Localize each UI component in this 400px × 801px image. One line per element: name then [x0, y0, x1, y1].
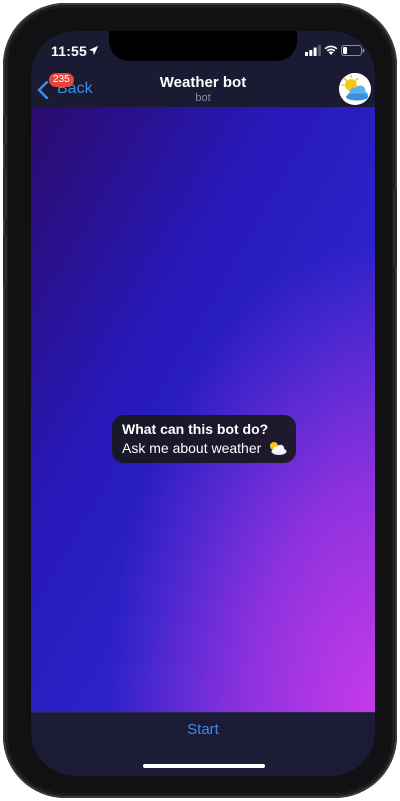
power-button [393, 188, 397, 268]
bottom-bar: Start [31, 712, 375, 776]
start-button[interactable]: Start [31, 713, 375, 747]
chat-subtitle: bot [195, 92, 211, 104]
chat-background: What can this bot do? Ask me about weath… [31, 107, 375, 712]
cellular-signal-icon [305, 45, 321, 56]
chat-header: Back 235 Weather bot bot [31, 71, 375, 107]
battery-icon [341, 45, 365, 56]
status-time: 11:55 [51, 43, 88, 59]
wifi-icon [324, 45, 338, 55]
location-arrow-icon [88, 45, 99, 56]
status-bar: 11:55 [31, 31, 375, 71]
silent-switch [3, 115, 7, 145]
phone-frame: 11:55 Back 235 Weather bot bot What can … [3, 3, 397, 798]
sun-behind-cloud-icon [270, 442, 287, 455]
volume-down-button [3, 235, 7, 287]
bot-info-card: What can this bot do? Ask me about weath… [112, 415, 296, 463]
bot-avatar[interactable] [339, 73, 371, 105]
bot-info-description: Ask me about weather [122, 440, 262, 456]
bot-info-title: What can this bot do? [122, 421, 269, 437]
notch [109, 31, 297, 61]
chat-title[interactable]: Weather bot [31, 74, 375, 91]
sun-cloud-icon [339, 73, 371, 105]
home-indicator[interactable] [143, 764, 265, 768]
volume-up-button [3, 168, 7, 220]
screen: 11:55 Back 235 Weather bot bot What can … [31, 31, 375, 776]
